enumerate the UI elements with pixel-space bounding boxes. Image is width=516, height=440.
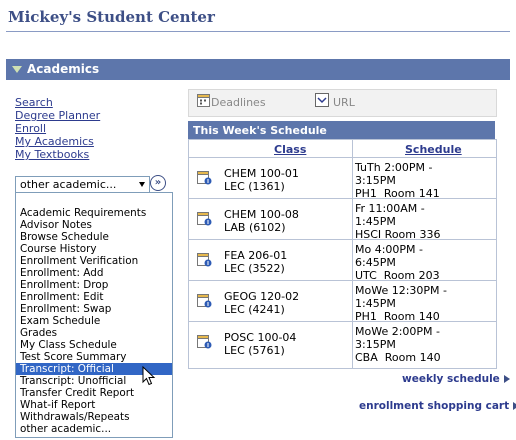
tab-deadlines[interactable]: Deadlines [211, 96, 266, 109]
class-name: CHEM 100-08 [224, 208, 299, 221]
my-textbooks-link[interactable]: My Textbooks [15, 148, 89, 161]
schedule-days-time: Mo 4:00PM - [355, 243, 424, 256]
other-academic-select[interactable]: other academic... [15, 176, 150, 193]
dropdown-option[interactable]: My Class Schedule [16, 339, 172, 351]
shopping-cart-label: enrollment shopping cart [359, 400, 510, 412]
degree-planner-link[interactable]: Degree Planner [15, 109, 100, 122]
dropdown-option[interactable]: Browse Schedule [16, 231, 172, 243]
dropdown-option[interactable]: Enrollment: Drop [16, 279, 172, 291]
schedule-days-time: TuTh 2:00PM - [355, 161, 433, 174]
class-section: LEC (5761) [224, 344, 285, 357]
class-section: LEC (4241) [224, 303, 285, 316]
schedule-end-time: 1:45PM [355, 297, 396, 310]
schedule-end-time: 1:45PM [355, 215, 396, 228]
class-section: LEC (3522) [224, 262, 285, 275]
class-column-header[interactable]: Class [274, 143, 306, 156]
table-row: FEA 206-01 LEC (3522) Mo 4:00PM - 6:45PM… [189, 239, 496, 282]
schedule-days-time: MoWe 12:30PM - [355, 284, 448, 297]
search-link[interactable]: Search [15, 96, 53, 109]
class-name: POSC 100-04 [224, 331, 297, 344]
dropdown-option[interactable]: Course History [16, 243, 172, 255]
go-button[interactable]: » [150, 175, 166, 191]
schedule-title: This Week's Schedule [193, 124, 327, 137]
class-name: CHEM 100-01 [224, 167, 299, 180]
dropdown-option[interactable]: What-if Report [16, 399, 172, 411]
chevron-down-icon[interactable] [139, 182, 145, 187]
weekly-schedule-link[interactable]: weekly schedule [402, 373, 510, 385]
dropdown-option[interactable]: Enrollment: Edit [16, 291, 172, 303]
class-details-icon[interactable] [197, 252, 212, 267]
dropdown-option[interactable]: Academic Requirements [16, 207, 172, 219]
schedule-room: CBA Room 140 [355, 351, 441, 364]
table-row: GEOG 120-02 LEC (4241) MoWe 12:30PM - 1:… [189, 280, 496, 323]
weekly-schedule-label: weekly schedule [402, 373, 500, 385]
table-row: CHEM 100-01 LEC (1361) TuTh 2:00PM - 3:1… [189, 157, 496, 200]
schedule-table: Class Schedule CHEM 100-01 LEC (1361) Tu… [188, 139, 497, 369]
schedule-end-time: 6:45PM [355, 256, 396, 269]
schedule-column-header[interactable]: Schedule [405, 143, 462, 156]
class-section: LAB (6102) [224, 221, 286, 234]
double-chevron-right-icon: » [154, 177, 162, 188]
class-details-icon[interactable] [197, 334, 212, 349]
dropdown-option[interactable]: Grades [16, 327, 172, 339]
enroll-link[interactable]: Enroll [15, 122, 46, 135]
url-icon[interactable] [315, 93, 329, 107]
dropdown-option[interactable]: Enrollment: Swap [16, 303, 172, 315]
dropdown-option[interactable]: Exam Schedule [16, 315, 172, 327]
arrow-right-icon [503, 375, 510, 383]
select-value: other academic... [20, 178, 117, 191]
class-details-icon[interactable] [197, 293, 212, 308]
title-divider [6, 31, 510, 32]
dropdown-option[interactable]: Withdrawals/Repeats [16, 411, 172, 423]
shopping-cart-link[interactable]: enrollment shopping cart [359, 400, 516, 412]
schedule-end-time: 3:15PM [355, 174, 396, 187]
schedule-end-time: 3:15PM [355, 338, 396, 351]
table-row: POSC 100-04 LEC (5761) MoWe 2:00PM - 3:1… [189, 321, 496, 368]
schedule-days-time: Fr 11:00AM - [355, 202, 425, 215]
my-academics-link[interactable]: My Academics [15, 135, 94, 148]
section-title: Academics [27, 62, 100, 76]
class-name: FEA 206-01 [224, 249, 288, 262]
academics-section-header[interactable]: Academics [6, 59, 510, 80]
page-title: Mickey's Student Center [8, 8, 215, 26]
dropdown-option[interactable]: Advisor Notes [16, 219, 172, 231]
schedule-days-time: MoWe 2:00PM - [355, 325, 441, 338]
dropdown-list[interactable]: Academic Requirements Advisor Notes Brow… [15, 192, 173, 438]
schedule-header: This Week's Schedule [188, 121, 495, 139]
collapse-triangle-icon[interactable] [12, 66, 22, 73]
class-details-icon[interactable] [197, 211, 212, 226]
dropdown-option[interactable]: Enrollment: Add [16, 267, 172, 279]
table-row: CHEM 100-08 LAB (6102) Fr 11:00AM - 1:45… [189, 198, 496, 241]
dropdown-option[interactable]: Enrollment Verification [16, 255, 172, 267]
class-details-icon[interactable] [197, 170, 212, 185]
calendar-icon[interactable] [197, 93, 210, 107]
mouse-cursor-icon [142, 365, 156, 389]
class-name: GEOG 120-02 [224, 290, 300, 303]
class-section: LEC (1361) [224, 180, 285, 193]
tab-url[interactable]: URL [333, 96, 355, 109]
dropdown-option[interactable]: other academic... [16, 423, 172, 435]
tabs-bar: Deadlines URL [188, 89, 497, 117]
dropdown-option[interactable]: Test Score Summary [16, 351, 172, 363]
